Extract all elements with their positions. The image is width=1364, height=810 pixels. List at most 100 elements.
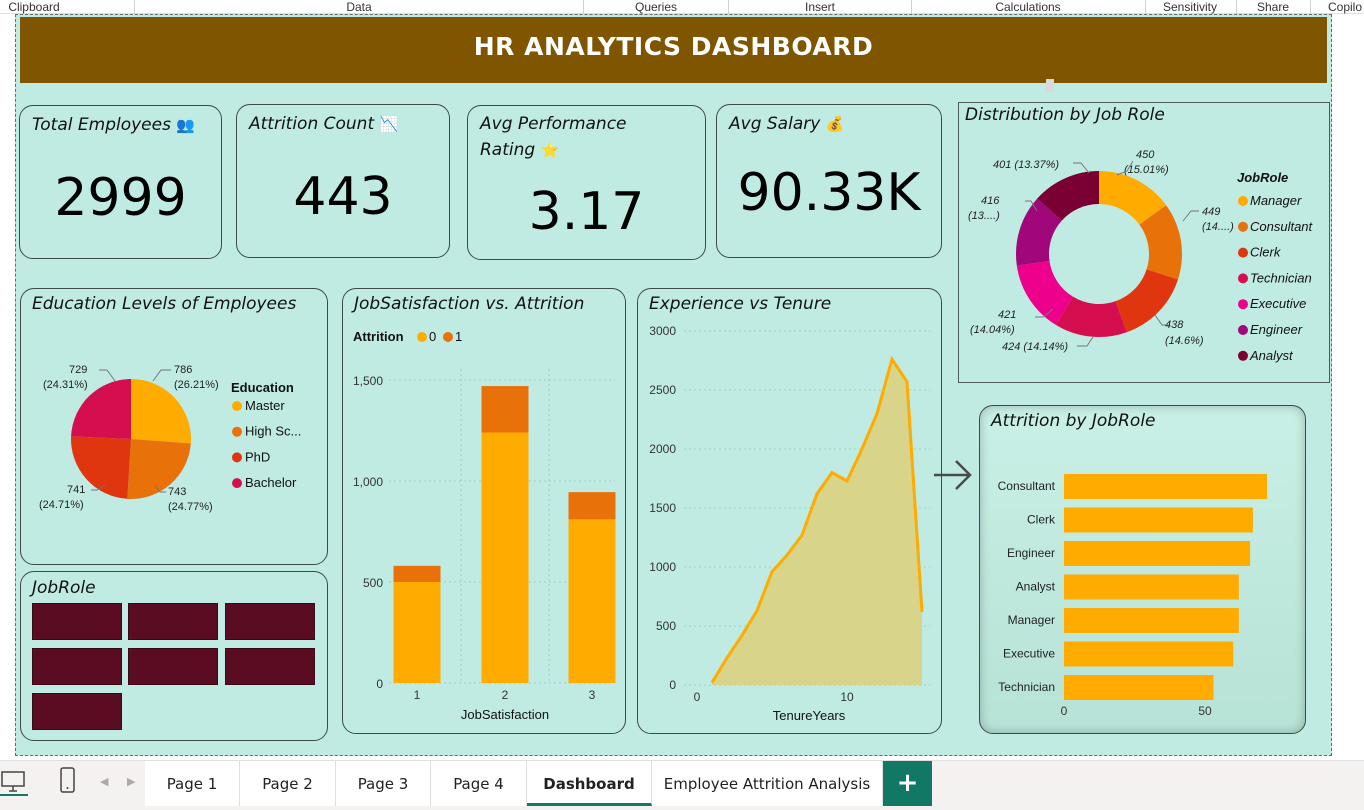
kpi-value: 3.17 xyxy=(528,182,645,242)
tab-page-1[interactable]: Page 1 xyxy=(145,761,240,806)
legend-item: Executive xyxy=(1250,296,1306,311)
attrition-hbar-chart: Consultant Clerk Engineer Analyst Manager Exe… xyxy=(998,474,1268,718)
desktop-view-icon[interactable] xyxy=(0,767,30,797)
legend-item: Technician xyxy=(1250,270,1312,285)
ribbon-group-insert[interactable]: Insert xyxy=(805,0,835,14)
pie-legend: Master High Sc... PhD Bachelor xyxy=(232,398,301,490)
pie-label: 743 xyxy=(168,486,186,498)
donut-label: (14.6%) xyxy=(1165,335,1204,347)
money-bag-icon: 💰 xyxy=(825,115,845,133)
slicer-item-analyst[interactable]: Analyst xyxy=(32,603,122,640)
distribution-by-jobrole-card[interactable]: Distribution by Job Role 450 (15.01%) 44… xyxy=(958,102,1330,383)
bar-segment xyxy=(481,432,529,683)
ribbon-group-data[interactable]: Data xyxy=(346,0,371,14)
pie-label: (24.71%) xyxy=(39,499,84,511)
bar-segment xyxy=(568,519,616,683)
donut-label: (14.04%) xyxy=(970,324,1015,336)
category-label: Manager xyxy=(1008,613,1055,627)
ribbon-divider xyxy=(1145,0,1146,14)
ribbon-group-copilot[interactable]: Copilo xyxy=(1328,0,1362,14)
legend-title: JobRole xyxy=(1237,170,1288,185)
y-tick: 1,000 xyxy=(353,475,383,489)
x-tick: 1 xyxy=(414,688,421,702)
kpi-card-avg-performance[interactable]: Avg Performance Rating ⭐ 3.17 xyxy=(467,105,706,260)
pie-label: 786 xyxy=(174,364,192,376)
slicer-item-clerk[interactable]: Clerk xyxy=(128,603,218,640)
category-label: Clerk xyxy=(1027,513,1056,527)
x-axis-label: JobSatisfaction xyxy=(461,707,549,722)
attrition-by-jobrole-card[interactable]: Attrition by JobRole Consultant Clerk Engi… xyxy=(979,405,1306,734)
x-axis-ticks: 0 10 xyxy=(694,690,854,704)
y-tick: 3000 xyxy=(649,324,676,338)
kpi-title: Total Employees 👥 xyxy=(32,115,196,135)
category-label: Technician xyxy=(998,680,1055,694)
pie-label: (24.31%) xyxy=(43,379,88,391)
x-tick: 0 xyxy=(1061,704,1068,718)
bars: Consultant Clerk Engineer Analyst Manager Exe… xyxy=(998,474,1268,700)
legend-item: Engineer xyxy=(1250,322,1303,337)
education-pie-chart: 786 (26.21%) 743 (24.77%) 741 (24.71%) 7… xyxy=(39,364,301,513)
scroll-left-icon[interactable]: ◀ xyxy=(100,775,108,788)
slicer-item-consultant[interactable]: Consult... xyxy=(225,603,315,640)
y-tick: 2000 xyxy=(649,442,676,456)
arrow-right-icon[interactable] xyxy=(932,453,976,497)
education-levels-card[interactable]: Education Levels of Employees 786 (26.21… xyxy=(20,288,328,565)
ribbon-group-queries[interactable]: Queries xyxy=(635,0,677,14)
pie-label: (26.21%) xyxy=(174,379,219,391)
kpi-card-attrition-count[interactable]: Attrition Count 📉 443 xyxy=(236,104,450,258)
legend-item: High Sc... xyxy=(245,424,301,439)
bar-segment xyxy=(481,386,529,433)
kpi-card-avg-salary[interactable]: Avg Salary 💰 90.33K xyxy=(716,104,942,258)
kpi-value: 443 xyxy=(293,167,393,227)
experience-vs-tenure-card[interactable]: Experience vs Tenure 0 500 1000 1500 200… xyxy=(637,288,942,734)
legend-item[interactable]: 0 xyxy=(429,329,436,344)
donut-slices xyxy=(1016,171,1182,337)
legend-item: Consultant xyxy=(1250,219,1314,234)
y-axis-ticks: 0 500 1,000 1,500 xyxy=(353,374,383,691)
slicer-item-executive[interactable]: Executi... xyxy=(128,648,218,685)
pie-slices xyxy=(70,379,191,499)
legend-swatch xyxy=(1238,221,1248,232)
y-tick: 1500 xyxy=(649,501,676,515)
ribbon-divider xyxy=(134,0,135,14)
y-tick: 1000 xyxy=(649,560,676,574)
y-tick: 0 xyxy=(376,677,383,691)
dashboard-title-banner: HR ANALYTICS DASHBOARD xyxy=(20,17,1327,83)
x-tick: 0 xyxy=(694,690,701,704)
slicer-item-engineer[interactable]: Engineer xyxy=(32,648,122,685)
pie-label: 729 xyxy=(69,364,87,376)
ribbon-group-clipboard[interactable]: Clipboard xyxy=(8,0,59,14)
donut-label: 401 (13.37%) xyxy=(993,159,1059,171)
category-label: Executive xyxy=(1003,647,1055,661)
slicer-item-technician[interactable]: Technici... xyxy=(32,693,122,730)
add-page-button[interactable]: + xyxy=(883,761,932,806)
ribbon-group-share[interactable]: Share xyxy=(1257,0,1289,14)
legend-swatch xyxy=(1238,350,1248,361)
bar xyxy=(1064,675,1214,700)
category-label: Analyst xyxy=(1016,580,1056,594)
legend-item: Analyst xyxy=(1249,348,1294,363)
kpi-value: 2999 xyxy=(54,168,187,228)
chart-down-icon: 📉 xyxy=(379,115,399,133)
bar xyxy=(1064,474,1268,499)
jobsatisfaction-vs-attrition-card[interactable]: JobSatisfaction vs. Attrition Attrition … xyxy=(342,288,626,734)
slicer-item-manager[interactable]: Manager xyxy=(225,648,315,685)
visual-resize-handle[interactable] xyxy=(1046,79,1054,92)
tab-page-3[interactable]: Page 3 xyxy=(336,761,431,806)
tab-page-4[interactable]: Page 4 xyxy=(431,761,527,806)
y-tick: 2500 xyxy=(649,383,676,397)
legend-item[interactable]: 1 xyxy=(455,329,462,344)
donut-label: 450 xyxy=(1136,149,1155,161)
ribbon-group-sensitivity[interactable]: Sensitivity xyxy=(1163,0,1217,14)
kpi-value: 90.33K xyxy=(737,163,921,223)
donut-label: (13....) xyxy=(968,210,1000,222)
mobile-view-icon[interactable] xyxy=(58,767,78,797)
tab-employee-attrition-analysis[interactable]: Employee Attrition Analysis xyxy=(652,761,883,806)
bar-segment xyxy=(393,582,441,683)
bar xyxy=(1064,574,1239,600)
ribbon-group-calculations[interactable]: Calculations xyxy=(995,0,1060,14)
kpi-card-total-employees[interactable]: Total Employees 👥 2999 xyxy=(19,105,222,259)
scroll-right-icon[interactable]: ▶ xyxy=(127,775,135,788)
tab-page-2[interactable]: Page 2 xyxy=(240,761,336,806)
tab-dashboard[interactable]: Dashboard xyxy=(527,761,652,806)
